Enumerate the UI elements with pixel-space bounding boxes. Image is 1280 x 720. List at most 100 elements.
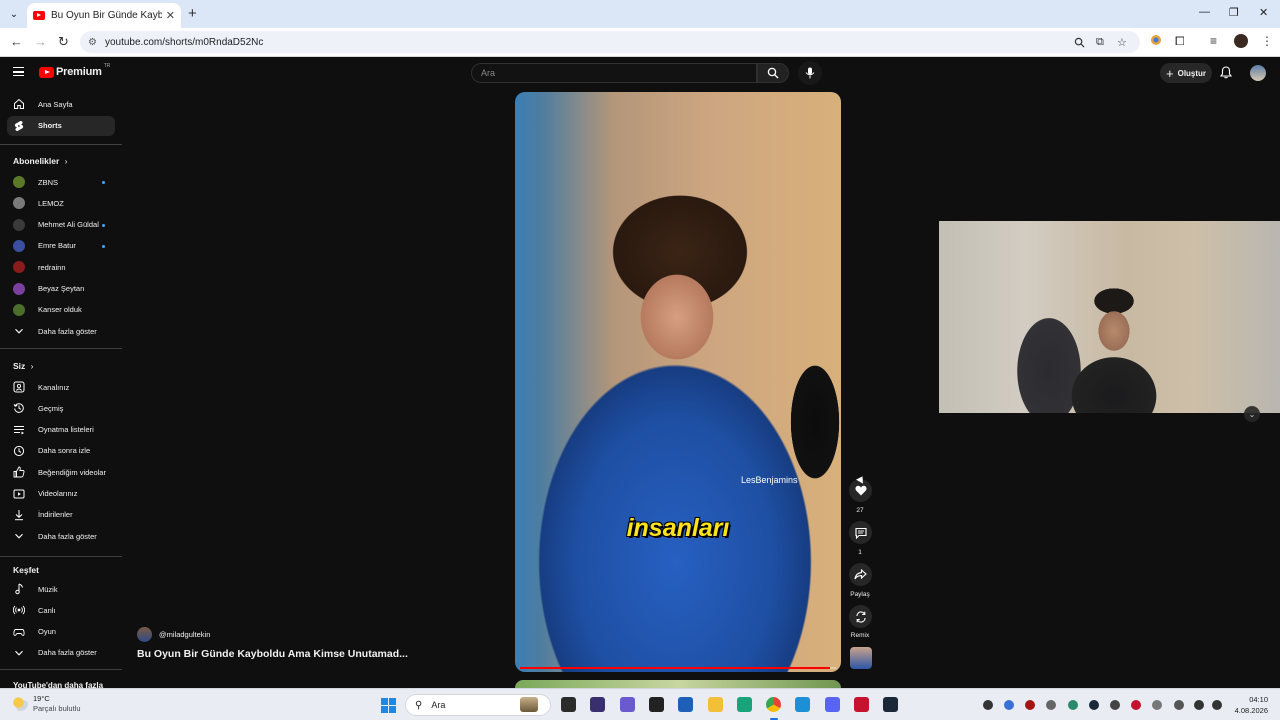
sidebar-explore-item[interactable]: Müzik (7, 579, 115, 599)
author-handle[interactable]: @miladgultekin (159, 630, 210, 639)
comments-button[interactable] (849, 521, 872, 544)
tray-steam-icon[interactable] (1089, 700, 1099, 710)
heart-icon (854, 485, 867, 496)
forward-button[interactable]: → (34, 34, 47, 49)
new-tab-button[interactable]: + (188, 5, 197, 22)
notifications-bell-icon[interactable] (1219, 66, 1233, 84)
tray-app-icon[interactable] (983, 700, 993, 710)
browser-menu-icon[interactable]: ⋮ (1261, 34, 1273, 48)
subscription-item[interactable]: redrainn (7, 257, 115, 277)
close-window-button[interactable]: ✕ (1259, 6, 1268, 19)
sidebar-you-item[interactable]: Daha sonra izle (7, 441, 115, 461)
author-avatar[interactable] (137, 627, 152, 642)
edge-icon[interactable] (737, 697, 752, 712)
github-icon[interactable] (649, 697, 664, 712)
browser-tab-active[interactable]: Bu Oyun Bir Günde Kayboldu A ✕ (27, 3, 181, 28)
sidebar-you-item[interactable]: İndirilenler (7, 505, 115, 525)
sidebar-you-item[interactable]: Beğendiğim videolar (7, 462, 115, 482)
owl-search-widget-icon[interactable] (520, 697, 538, 712)
you-heading[interactable]: Siz › (13, 361, 34, 371)
tray-red-icon[interactable] (1025, 700, 1035, 710)
sidebar-you-item[interactable]: Daha fazla göster (7, 526, 115, 546)
account-avatar[interactable] (1250, 65, 1266, 81)
media-app-icon[interactable] (795, 697, 810, 712)
wifi-icon[interactable] (1194, 700, 1204, 710)
tray-grid-icon[interactable] (1110, 700, 1120, 710)
next-short-preview[interactable] (515, 680, 841, 688)
short-title[interactable]: Bu Oyun Bir Günde Kayboldu Ama Kimse Unu… (137, 648, 408, 660)
share-button[interactable] (849, 563, 872, 586)
scroll-down-chevron-icon[interactable]: ⌄ (1244, 406, 1260, 422)
back-button[interactable]: ← (10, 34, 23, 49)
sidebar-explore-item[interactable]: Oyun (7, 622, 115, 642)
bookmark-star-icon[interactable]: ☆ (1117, 31, 1127, 53)
subscription-item[interactable]: ZBNS (7, 172, 115, 192)
subscriptions-show-more[interactable]: Daha fazla göster (7, 321, 115, 341)
tray-green-icon[interactable] (1068, 700, 1078, 710)
subscriptions-heading[interactable]: Abonelikler › (13, 156, 68, 166)
zoom-icon[interactable] (1074, 31, 1085, 53)
tab-close-icon[interactable]: ✕ (166, 9, 175, 22)
file-explorer-icon[interactable] (708, 697, 723, 712)
subscription-item[interactable]: Mehmet Ali Güldal (7, 215, 115, 235)
restore-button[interactable]: ❐ (1229, 6, 1239, 19)
video-progress-bar[interactable] (520, 667, 836, 669)
minimize-button[interactable]: — (1199, 6, 1210, 18)
tray-red-square-icon[interactable] (1131, 700, 1141, 710)
store-icon[interactable] (678, 697, 693, 712)
guide-menu-icon[interactable] (13, 67, 24, 76)
sidebar-item-shorts[interactable]: Shorts (7, 115, 115, 136)
weather-widget[interactable]: 19°C Parçalı bulutlu (12, 694, 81, 714)
sidebar-you-item[interactable]: Geçmiş (7, 398, 115, 418)
sidebar-explore-item[interactable]: Daha fazla göster (7, 643, 115, 663)
sidebar-item-ana-sayfa[interactable]: Ana Sayfa (7, 94, 115, 114)
search-button[interactable] (757, 63, 789, 83)
subscription-item[interactable]: Kanser olduk (7, 300, 115, 320)
tab-search-button[interactable]: ⌄ (5, 5, 23, 23)
voice-search-button[interactable] (798, 61, 822, 85)
original-audio-thumbnail[interactable] (850, 647, 872, 669)
remix-button[interactable] (849, 605, 872, 628)
browser-profile-avatar[interactable] (1234, 34, 1248, 48)
create-button[interactable]: + Oluştur (1160, 63, 1212, 83)
tray-gear-icon[interactable] (1046, 700, 1056, 710)
start-button[interactable] (381, 698, 396, 713)
address-bar[interactable]: ⚙ youtube.com/shorts/m0RndaD52Nc ⧉ ☆ (80, 31, 1140, 53)
youtube-masthead: Premium TR Ara + Oluştur (0, 57, 1280, 89)
site-info-icon[interactable]: ⚙ (88, 37, 97, 48)
volume-icon[interactable] (1212, 700, 1222, 710)
red-app-icon[interactable] (854, 697, 869, 712)
sidebar-you-item[interactable]: Kanalınız (7, 377, 115, 397)
subscription-item[interactable]: Beyaz Şeytan (7, 279, 115, 299)
shorts-video-player[interactable]: LesBenjamins insanları (515, 92, 841, 672)
subscription-item[interactable]: Emre Batur (7, 236, 115, 256)
discord-icon[interactable] (825, 697, 840, 712)
youtube-premium-logo[interactable]: Premium TR (39, 63, 110, 78)
microphone-icon[interactable] (1174, 700, 1184, 710)
media-controls-icon[interactable]: ≡ (1210, 34, 1217, 48)
extensions-puzzle-icon[interactable]: ⧠ (1175, 34, 1185, 49)
steam-icon[interactable] (883, 697, 898, 712)
sidebar-you-item[interactable]: Oynatma listeleri (7, 420, 115, 440)
search-icon: ⚲ (415, 699, 423, 711)
your-videos-icon (13, 488, 25, 500)
search-input[interactable]: Ara (471, 63, 757, 83)
task-view-icon[interactable] (561, 697, 576, 712)
webcam-overlay (939, 221, 1280, 413)
sidebar-you-item[interactable]: Videolarınız (7, 484, 115, 504)
short-author[interactable]: @miladgultekin (137, 627, 210, 642)
remix-label: Remix (850, 632, 870, 639)
liked-icon (13, 466, 25, 478)
sidebar-explore-item[interactable]: Canlı (7, 600, 115, 620)
subscription-item[interactable]: LEMOZ (7, 193, 115, 213)
chrome-icon[interactable] (766, 697, 781, 712)
extension-color-icon[interactable] (1150, 34, 1162, 49)
tray-shield-icon[interactable] (1004, 700, 1014, 710)
system-clock[interactable]: 04:10 4.08.2026 (1232, 694, 1268, 716)
install-app-icon[interactable]: ⧉ (1096, 31, 1104, 53)
reload-button[interactable]: ↻ (58, 34, 69, 50)
crystal-app-icon[interactable] (620, 697, 635, 712)
obs-icon[interactable] (590, 697, 605, 712)
sidebar-item-label: Oynatma listeleri (38, 425, 94, 435)
tray-usb-icon[interactable] (1152, 700, 1162, 710)
